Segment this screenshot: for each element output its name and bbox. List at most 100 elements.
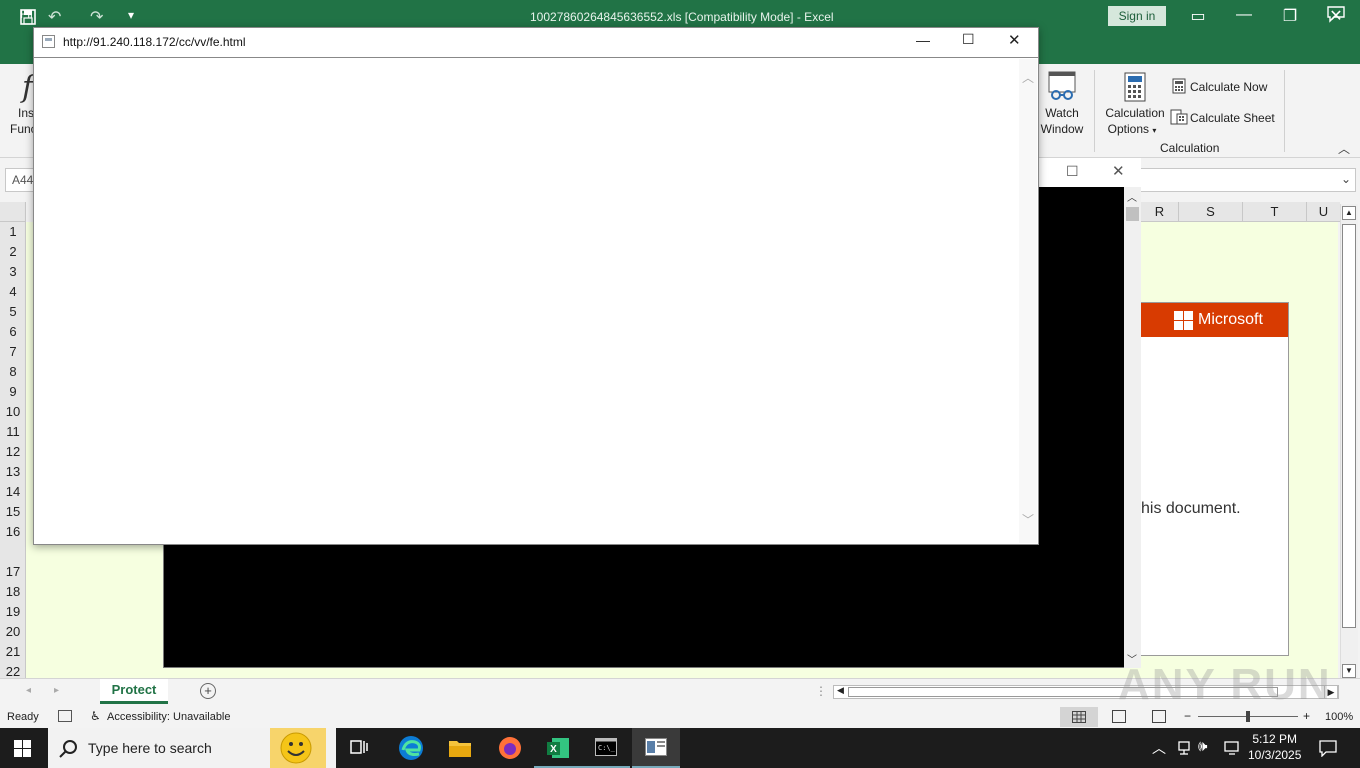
page-layout-icon[interactable]	[1112, 710, 1126, 723]
ms-banner-box	[1140, 302, 1289, 656]
calculator-icon[interactable]	[1124, 72, 1146, 102]
maximize-icon[interactable]: ☐	[962, 31, 975, 48]
display-icon[interactable]	[1224, 740, 1240, 756]
close-icon[interactable]: ✕	[1112, 162, 1125, 180]
cmd-taskbar-icon[interactable]: C:\_	[582, 728, 630, 768]
taskbar-clock[interactable]: 5:12 PM 10/3/2025	[1248, 731, 1301, 763]
row-header[interactable]: 1	[0, 222, 26, 242]
scroll-up-icon[interactable]: ︿	[1127, 189, 1137, 204]
zoom-level[interactable]: 100%	[1325, 711, 1353, 723]
popup-window[interactable]	[33, 27, 1039, 545]
row-header[interactable]: 16	[0, 522, 26, 542]
column-header[interactable]: R	[1140, 202, 1178, 222]
row-header[interactable]: 5	[0, 302, 26, 322]
redo-icon[interactable]: ↷	[90, 7, 103, 27]
row-header[interactable]: 17	[0, 562, 26, 582]
row-header[interactable]: 3	[0, 262, 26, 282]
select-all-corner[interactable]	[0, 202, 26, 222]
start-icon[interactable]	[14, 740, 32, 758]
calc-options-label-2[interactable]: Options ▾	[1102, 121, 1162, 139]
row-header[interactable]: 12	[0, 442, 26, 462]
watch-window-label-1[interactable]: Watch	[1038, 105, 1086, 121]
expand-formula-icon[interactable]: ⌄	[1341, 172, 1351, 186]
watch-window-label-2[interactable]: Window	[1038, 121, 1086, 137]
split-handle-icon[interactable]: ⋮	[815, 684, 827, 698]
insert-function-label-1[interactable]: Ins	[18, 105, 34, 121]
add-sheet-icon[interactable]: +	[200, 683, 216, 699]
firefox-icon[interactable]	[497, 735, 523, 761]
ribbon-display-icon[interactable]: ▭	[1188, 6, 1208, 26]
row-header[interactable]: 4	[0, 282, 26, 302]
close-icon[interactable]: ✕	[1008, 31, 1021, 49]
scroll-down-icon[interactable]: ▼	[1342, 664, 1356, 678]
scroll-up-icon[interactable]: ︿	[1022, 69, 1034, 86]
row-header[interactable]: 19	[0, 602, 26, 622]
search-highlight-icon[interactable]	[270, 728, 326, 768]
zoom-slider[interactable]	[1198, 711, 1298, 722]
customize-qat-icon[interactable]: ▾	[128, 8, 134, 22]
task-view-icon[interactable]	[350, 738, 370, 758]
calc-options-label-1[interactable]: Calculation	[1102, 105, 1168, 121]
column-header[interactable]: S	[1178, 202, 1242, 222]
comments-icon[interactable]	[1326, 5, 1346, 23]
column-header[interactable]: T	[1242, 202, 1306, 222]
undo-icon[interactable]: ↶	[48, 7, 61, 27]
sign-in-button[interactable]: Sign in	[1108, 6, 1166, 26]
row-header[interactable]: 15	[0, 502, 26, 522]
row-header[interactable]: 6	[0, 322, 26, 342]
scroll-down-icon[interactable]: ﹀	[1022, 511, 1034, 528]
zoom-thumb[interactable]	[1246, 711, 1250, 722]
notifications-icon[interactable]	[1318, 739, 1338, 758]
zoom-out-icon[interactable]: −	[1184, 709, 1191, 723]
scroll-thumb[interactable]	[1126, 207, 1139, 221]
console-scrollbar[interactable]: ︿ ﹀	[1124, 187, 1141, 668]
show-hidden-icons[interactable]: ︿	[1152, 738, 1166, 758]
row-header[interactable]: 8	[0, 362, 26, 382]
row-header[interactable]: 21	[0, 642, 26, 662]
row-header[interactable]: 7	[0, 342, 26, 362]
calculate-now-button[interactable]: Calculate Now	[1190, 79, 1267, 95]
row-header[interactable]: 2	[0, 242, 26, 262]
row-header[interactable]: 9	[0, 382, 26, 402]
row-header[interactable]: 18	[0, 582, 26, 602]
normal-view-icon[interactable]	[1060, 707, 1098, 727]
row-header[interactable]: 13	[0, 462, 26, 482]
sheet-tab-protect[interactable]: Protect	[100, 679, 168, 704]
volume-icon[interactable]: 🕪	[1198, 738, 1207, 755]
watch-window-icon[interactable]	[1048, 70, 1076, 102]
column-header[interactable]: U	[1306, 202, 1340, 222]
row-header[interactable]: 14	[0, 482, 26, 502]
row-header[interactable]: 10	[0, 402, 26, 422]
scroll-thumb[interactable]	[1342, 224, 1356, 628]
mshta-taskbar-icon[interactable]	[632, 728, 680, 768]
next-sheet-icon[interactable]: ▸	[54, 685, 59, 696]
scroll-up-icon[interactable]: ▲	[1342, 206, 1356, 220]
collapse-ribbon-icon[interactable]: ︿	[1338, 140, 1350, 157]
restore-icon[interactable]: ❐	[1280, 6, 1300, 26]
scroll-left-icon[interactable]: ◀	[837, 685, 844, 696]
calculate-sheet-button[interactable]: Calculate Sheet	[1190, 110, 1275, 126]
status-accessibility[interactable]: Accessibility: Unavailable	[107, 711, 231, 723]
excel-taskbar-icon[interactable]: X	[534, 728, 582, 768]
maximize-icon[interactable]: ☐	[1066, 163, 1079, 180]
network-icon[interactable]	[1176, 740, 1192, 756]
page-break-icon[interactable]	[1152, 710, 1166, 723]
edge-icon[interactable]	[398, 735, 424, 761]
accessibility-icon[interactable]: ♿	[90, 709, 101, 723]
popup-scrollbar[interactable]: ︿ ﹀	[1019, 59, 1037, 543]
function-icon: f	[22, 70, 34, 105]
formula-input[interactable]: ⌄	[1140, 168, 1356, 192]
file-explorer-icon[interactable]	[448, 737, 472, 759]
prev-sheet-icon[interactable]: ◂	[26, 685, 31, 696]
zoom-in-icon[interactable]: +	[1303, 709, 1310, 723]
calculate-now-icon	[1172, 78, 1186, 94]
search-placeholder[interactable]: Type here to search	[88, 740, 212, 756]
row-header[interactable]: 20	[0, 622, 26, 642]
minimize-icon[interactable]: —	[1234, 6, 1254, 24]
popup-url: http://91.240.118.172/cc/vv/fe.html	[63, 35, 246, 49]
minimize-icon[interactable]: —	[916, 32, 930, 48]
tab-file[interactable]: Fil	[20, 7, 33, 21]
macro-record-icon[interactable]	[58, 710, 72, 722]
row-header[interactable]: 11	[0, 422, 26, 442]
vertical-scrollbar[interactable]: ▲ ▼	[1340, 204, 1358, 680]
